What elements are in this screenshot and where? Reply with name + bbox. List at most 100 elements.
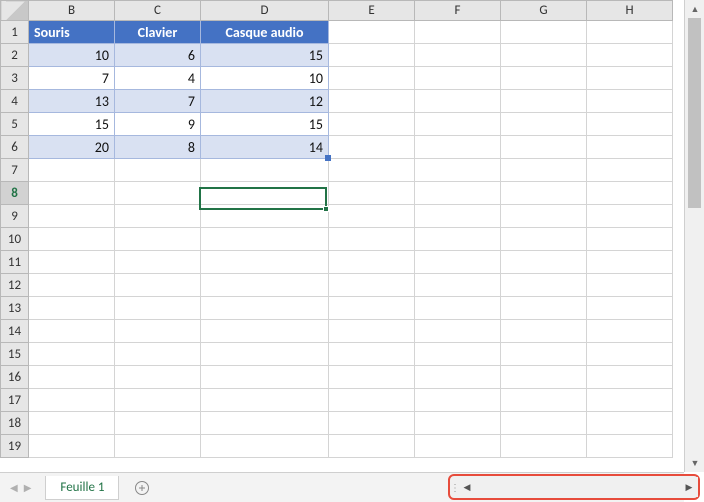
cell-D7[interactable] <box>201 159 329 182</box>
cell-D1[interactable]: Casque audio <box>201 21 329 44</box>
cell-B5[interactable]: 15 <box>29 113 115 136</box>
scroll-right-button[interactable]: ▶ <box>680 477 698 497</box>
horizontal-scrollbar-highlighted[interactable]: ⋮ ◀ ▶ <box>448 474 700 500</box>
row-head-13[interactable]: 13 <box>1 297 29 320</box>
row-head-9[interactable]: 9 <box>1 205 29 228</box>
cell-B4[interactable]: 13 <box>29 90 115 113</box>
cell-F9[interactable] <box>415 205 501 228</box>
cell-G4[interactable] <box>501 90 587 113</box>
cell-E14[interactable] <box>329 320 415 343</box>
cell-G15[interactable] <box>501 343 587 366</box>
cell-F8[interactable] <box>415 182 501 205</box>
cell-F15[interactable] <box>415 343 501 366</box>
cell-G7[interactable] <box>501 159 587 182</box>
cell-F6[interactable] <box>415 136 501 159</box>
cell-C1[interactable]: Clavier <box>115 21 201 44</box>
cell-G19[interactable] <box>501 435 587 458</box>
cell-E16[interactable] <box>329 366 415 389</box>
cell-D14[interactable] <box>201 320 329 343</box>
cell-E5[interactable] <box>329 113 415 136</box>
cell-G2[interactable] <box>501 44 587 67</box>
cell-C8[interactable] <box>115 182 201 205</box>
cell-F2[interactable] <box>415 44 501 67</box>
cell-B15[interactable] <box>29 343 115 366</box>
cell-H9[interactable] <box>587 205 673 228</box>
cell-D16[interactable] <box>201 366 329 389</box>
row-head-1[interactable]: 1 <box>1 21 29 44</box>
vertical-scrollbar[interactable]: ▲ ▼ <box>684 0 704 472</box>
cell-G14[interactable] <box>501 320 587 343</box>
cell-H19[interactable] <box>587 435 673 458</box>
col-head-B[interactable]: B <box>29 1 115 21</box>
cell-D19[interactable] <box>201 435 329 458</box>
cell-C15[interactable] <box>115 343 201 366</box>
cell-B1[interactable]: Souris <box>29 21 115 44</box>
cell-D2[interactable]: 15 <box>201 44 329 67</box>
col-head-H[interactable]: H <box>587 1 673 21</box>
cell-B7[interactable] <box>29 159 115 182</box>
cell-E17[interactable] <box>329 389 415 412</box>
cell-H4[interactable] <box>587 90 673 113</box>
cell-G8[interactable] <box>501 182 587 205</box>
cell-G6[interactable] <box>501 136 587 159</box>
cell-C19[interactable] <box>115 435 201 458</box>
row-head-3[interactable]: 3 <box>1 67 29 90</box>
cell-E7[interactable] <box>329 159 415 182</box>
cell-D18[interactable] <box>201 412 329 435</box>
vscroll-thumb[interactable] <box>688 18 701 208</box>
cell-G5[interactable] <box>501 113 587 136</box>
cell-H10[interactable] <box>587 228 673 251</box>
cell-H3[interactable] <box>587 67 673 90</box>
table-resize-handle[interactable] <box>325 155 331 161</box>
cell-D9[interactable] <box>201 205 329 228</box>
cell-E1[interactable] <box>329 21 415 44</box>
cell-H5[interactable] <box>587 113 673 136</box>
cell-B14[interactable] <box>29 320 115 343</box>
col-head-D[interactable]: D <box>201 1 329 21</box>
row-head-14[interactable]: 14 <box>1 320 29 343</box>
cell-B19[interactable] <box>29 435 115 458</box>
cell-D17[interactable] <box>201 389 329 412</box>
cell-G1[interactable] <box>501 21 587 44</box>
cell-H15[interactable] <box>587 343 673 366</box>
cell-C10[interactable] <box>115 228 201 251</box>
row-head-2[interactable]: 2 <box>1 44 29 67</box>
cell-H6[interactable] <box>587 136 673 159</box>
col-head-E[interactable]: E <box>329 1 415 21</box>
cell-D13[interactable] <box>201 297 329 320</box>
scroll-up-button[interactable]: ▲ <box>685 0 704 18</box>
col-head-C[interactable]: C <box>115 1 201 21</box>
sheet-tab-active[interactable]: Feuille 1 <box>45 476 119 500</box>
cell-E9[interactable] <box>329 205 415 228</box>
cell-H7[interactable] <box>587 159 673 182</box>
cell-D5[interactable]: 15 <box>201 113 329 136</box>
row-head-12[interactable]: 12 <box>1 274 29 297</box>
cell-F11[interactable] <box>415 251 501 274</box>
cell-F19[interactable] <box>415 435 501 458</box>
sheet-nav-next-icon[interactable]: ▶ <box>22 479 34 496</box>
hscroll-grip-icon[interactable]: ⋮ <box>450 481 458 494</box>
cell-B6[interactable]: 20 <box>29 136 115 159</box>
cell-E11[interactable] <box>329 251 415 274</box>
row-head-8[interactable]: 8 <box>1 182 29 205</box>
cell-H13[interactable] <box>587 297 673 320</box>
add-sheet-button[interactable] <box>129 477 155 499</box>
row-head-6[interactable]: 6 <box>1 136 29 159</box>
cell-C5[interactable]: 9 <box>115 113 201 136</box>
cell-F16[interactable] <box>415 366 501 389</box>
cell-B18[interactable] <box>29 412 115 435</box>
cell-B17[interactable] <box>29 389 115 412</box>
row-head-11[interactable]: 11 <box>1 251 29 274</box>
vscroll-track[interactable] <box>685 18 704 454</box>
cell-H2[interactable] <box>587 44 673 67</box>
cell-D12[interactable] <box>201 274 329 297</box>
cell-E15[interactable] <box>329 343 415 366</box>
cell-F10[interactable] <box>415 228 501 251</box>
cell-F5[interactable] <box>415 113 501 136</box>
cell-E12[interactable] <box>329 274 415 297</box>
hscroll-track[interactable] <box>476 479 680 495</box>
cell-B13[interactable] <box>29 297 115 320</box>
cell-F7[interactable] <box>415 159 501 182</box>
cell-B11[interactable] <box>29 251 115 274</box>
row-head-18[interactable]: 18 <box>1 412 29 435</box>
